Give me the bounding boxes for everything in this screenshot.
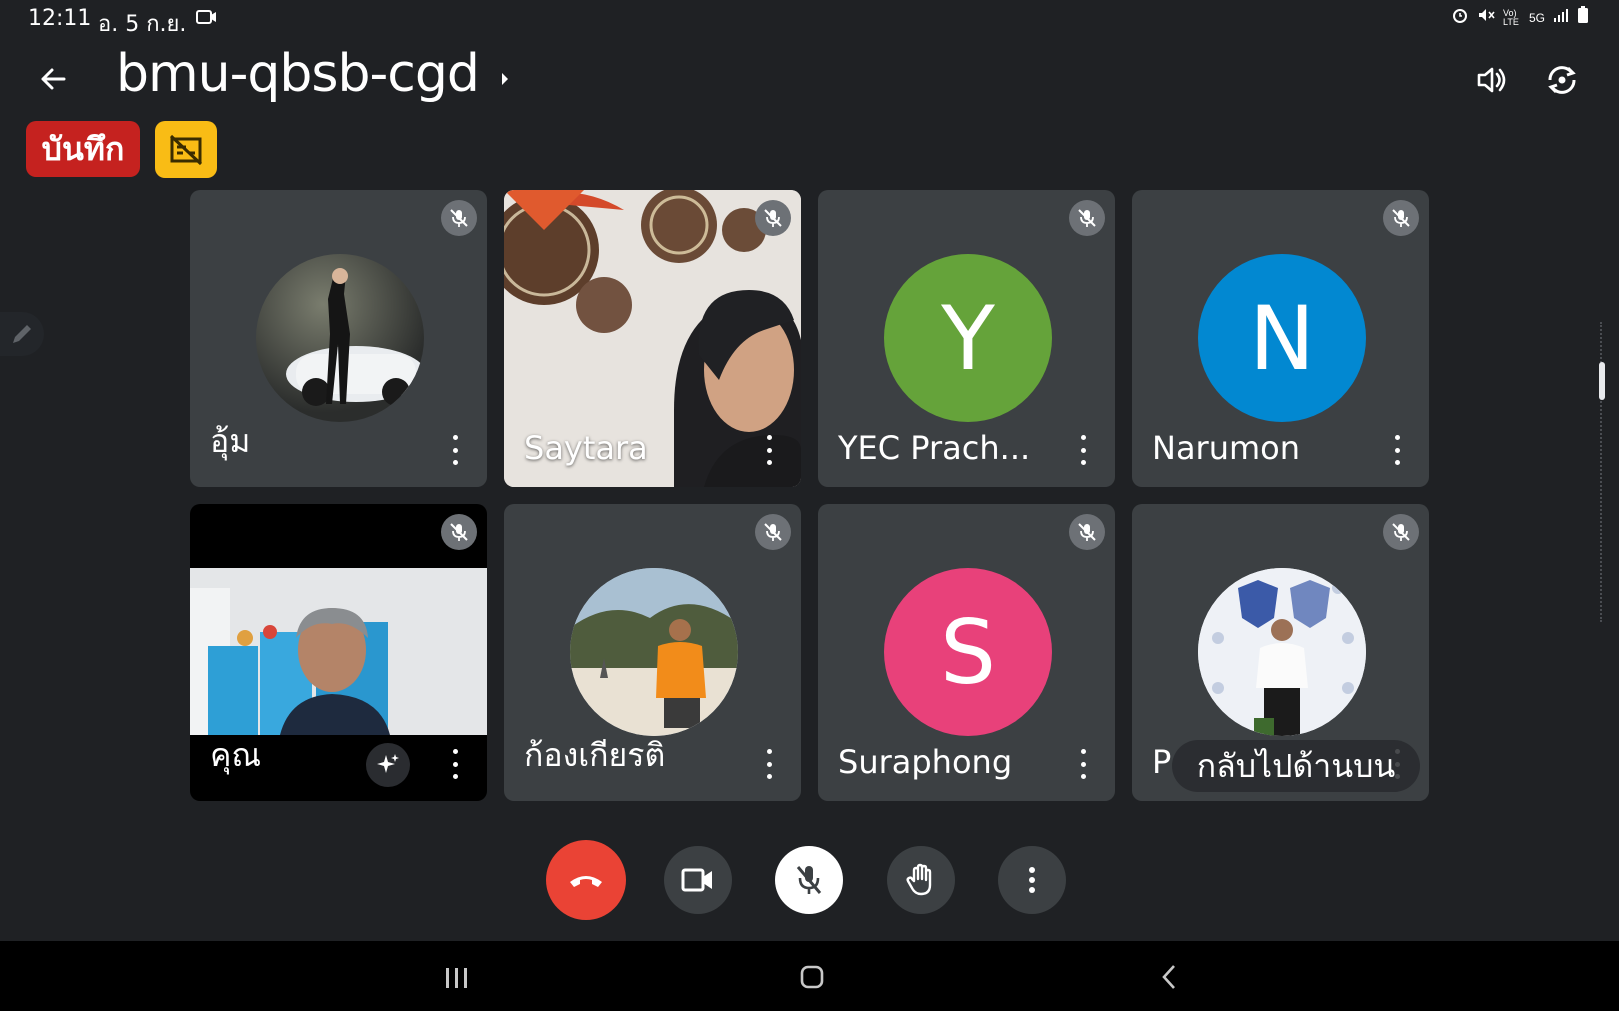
- recording-badge[interactable]: บันทึก: [26, 121, 140, 177]
- visual-effects-button[interactable]: [366, 743, 410, 787]
- switch-camera-button[interactable]: [1542, 60, 1582, 100]
- more-options-icon[interactable]: [757, 435, 781, 465]
- participant-tile[interactable]: ก้องเกียรติ: [504, 504, 801, 801]
- mute-icon: [1477, 6, 1495, 29]
- chevron-left-icon: [1162, 965, 1175, 989]
- more-options-button[interactable]: [998, 846, 1066, 914]
- mic-off-icon: [1383, 200, 1419, 236]
- participant-tile[interactable]: Y YEC Prach...: [818, 190, 1115, 487]
- participant-tile[interactable]: อุ้ม: [190, 190, 487, 487]
- avatar-initial: N: [1249, 286, 1315, 390]
- system-back-button[interactable]: [1160, 963, 1178, 996]
- scrollbar-thumb[interactable]: [1599, 362, 1605, 400]
- participant-name: อุ้ม: [210, 422, 251, 460]
- status-icons: Vo) LTE 5G: [1451, 6, 1589, 29]
- participant-tile[interactable]: S Suraphong: [818, 504, 1115, 801]
- end-call-button[interactable]: [546, 840, 626, 920]
- back-button[interactable]: [36, 62, 70, 96]
- raise-hand-button[interactable]: [887, 846, 955, 914]
- participant-name: ก้องเกียรติ: [524, 736, 666, 774]
- network-label: 5G: [1528, 10, 1545, 25]
- participant-name: YEC Prach...: [838, 429, 1031, 467]
- more-vertical-icon: [1029, 867, 1035, 893]
- camera-toggle-button[interactable]: [664, 846, 732, 914]
- mic-off-icon: [441, 200, 477, 236]
- more-options-icon[interactable]: [443, 749, 467, 779]
- participant-name: คุณ: [210, 736, 262, 774]
- battery-icon: [1577, 6, 1589, 29]
- home-icon: [800, 965, 824, 989]
- participant-name: P: [1152, 743, 1172, 781]
- participant-name: Saytara: [524, 429, 648, 467]
- home-button[interactable]: [800, 965, 824, 994]
- volte-label: Vo) LTE: [1502, 7, 1519, 27]
- hang-up-icon: [570, 876, 602, 887]
- avatar: [570, 568, 738, 736]
- meeting-code-title[interactable]: bmu-qbsb-cgd: [116, 44, 480, 104]
- caret-right-icon[interactable]: [500, 72, 510, 91]
- avatar-initial: Y: [941, 286, 995, 390]
- more-options-icon[interactable]: [1385, 435, 1409, 465]
- avatar: [1198, 568, 1366, 736]
- participant-name: Narumon: [1152, 429, 1301, 467]
- more-options-icon[interactable]: [1071, 749, 1095, 779]
- avatar-initial: S: [940, 600, 996, 704]
- more-options-icon[interactable]: [757, 749, 781, 779]
- screen-record-icon: [196, 9, 218, 30]
- more-options-icon[interactable]: [1071, 435, 1095, 465]
- self-video: [190, 568, 487, 735]
- arrow-left-icon: [41, 68, 66, 90]
- mic-off-icon: [1069, 514, 1105, 550]
- self-tile[interactable]: คุณ: [190, 504, 487, 801]
- recents-button[interactable]: [444, 967, 470, 994]
- audio-output-button[interactable]: [1474, 62, 1510, 98]
- signal-icon: [1553, 7, 1569, 28]
- mic-off-icon: [796, 866, 822, 894]
- captions-off-badge[interactable]: [155, 121, 217, 178]
- captions-off-icon: [169, 134, 203, 165]
- mic-off-icon: [755, 200, 791, 236]
- alarm-icon: [1451, 6, 1469, 29]
- status-time: 12:11: [28, 6, 92, 31]
- status-bar: 12:11 อ. 5 ก.ย. Vo) LTE 5G: [0, 0, 1619, 37]
- status-date: อ. 5 ก.ย.: [98, 12, 187, 37]
- participant-tile[interactable]: Saytara: [504, 190, 801, 487]
- back-to-top-button[interactable]: กลับไปด้านบน: [1172, 740, 1420, 792]
- participant-tile[interactable]: N Narumon: [1132, 190, 1429, 487]
- avatar: [256, 254, 424, 422]
- mic-off-icon: [1069, 200, 1105, 236]
- pencil-icon: [13, 325, 31, 343]
- mic-off-icon: [755, 514, 791, 550]
- speaker-icon: [1477, 67, 1506, 93]
- sparkle-icon: [377, 754, 399, 773]
- camera-flip-icon: [1548, 66, 1576, 94]
- avatar: N: [1198, 254, 1366, 422]
- mic-toggle-button[interactable]: [775, 846, 843, 914]
- recents-icon: [446, 968, 467, 988]
- avatar: S: [884, 568, 1052, 736]
- mic-off-icon: [1383, 514, 1419, 550]
- annotate-button[interactable]: [0, 312, 44, 356]
- more-options-icon[interactable]: [443, 435, 467, 465]
- video-camera-icon: [681, 868, 712, 892]
- system-nav-bar: [0, 941, 1619, 1011]
- participant-name: Suraphong: [838, 743, 1013, 781]
- mic-off-icon: [441, 514, 477, 550]
- avatar: Y: [884, 254, 1052, 422]
- hand-icon: [906, 863, 932, 896]
